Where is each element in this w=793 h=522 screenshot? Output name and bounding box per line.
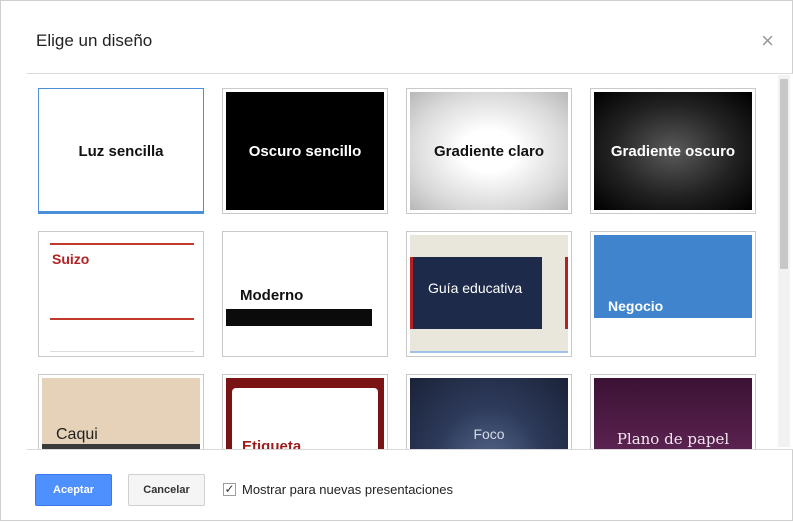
theme-gradiente-claro[interactable]: Gradiente claro [406,88,572,214]
theme-label: Plano de papel [616,430,730,448]
accept-button[interactable]: Aceptar [35,474,112,506]
theme-label: Caqui [56,426,98,443]
moderno-bar [226,309,372,326]
theme-label: Suizo [52,251,90,267]
guia-bottom-rule [410,351,568,353]
theme-plano-de-papel[interactable]: Plano de papel [590,374,756,449]
theme-gradiente-oscuro[interactable]: Gradiente oscuro [590,88,756,214]
choose-theme-dialog: Elige un diseño × Luz sencilla Oscuro se… [0,0,793,521]
guia-accent [565,257,568,329]
suizo-top-rule [50,243,194,245]
theme-oscuro-sencillo[interactable]: Oscuro sencillo [222,88,388,214]
dialog-title: Elige un diseño [36,31,153,50]
theme-luz-sencilla[interactable]: Luz sencilla [38,88,204,214]
theme-foco[interactable]: Foco [406,374,572,449]
suizo-bottom-rule [50,318,194,320]
cancel-button[interactable]: Cancelar [128,474,205,506]
theme-label: Moderno [240,287,304,304]
theme-moderno[interactable]: Moderno [222,231,388,357]
theme-etiqueta[interactable]: Etiqueta [222,374,388,449]
theme-label: Luz sencilla [78,142,164,160]
suizo-footer-rule [50,351,194,352]
theme-guia-educativa[interactable]: Guía educativa [406,231,572,357]
theme-label: Oscuro sencillo [248,142,362,160]
theme-label: Gradiente oscuro [610,142,736,160]
gallery-scrollbar-thumb[interactable] [780,79,788,269]
theme-caqui[interactable]: Caqui [38,374,204,449]
close-icon[interactable]: × [761,30,774,52]
checkbox-label: Mostrar para nuevas presentaciones [242,482,454,497]
show-for-new-presentations-checkbox[interactable]: ✓ [223,483,236,496]
theme-label: Foco [473,426,505,442]
theme-label: Guía educativa [428,280,523,296]
dialog-footer: Aceptar Cancelar ✓ Mostrar para nuevas p… [1,448,793,522]
theme-label: Negocio [608,298,664,314]
theme-gallery: Luz sencilla Oscuro sencillo Gradiente c… [27,73,793,450]
theme-negocio[interactable]: Negocio [590,231,756,357]
theme-label: Gradiente claro [433,142,545,160]
theme-suizo[interactable]: Suizo [38,231,204,357]
